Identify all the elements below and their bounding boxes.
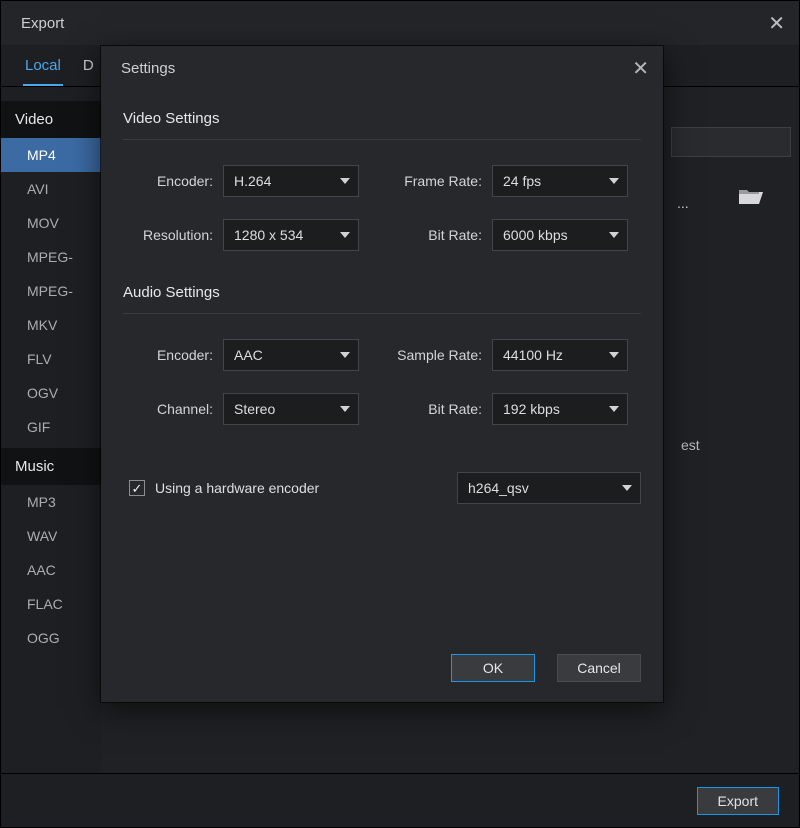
video-resolution-label: Resolution:: [123, 227, 223, 243]
settings-titlebar: Settings ✕: [101, 46, 663, 90]
sidebar-item-mp3[interactable]: MP3: [1, 485, 101, 519]
audio-samplerate-value: 44100 Hz: [503, 347, 563, 363]
chevron-down-icon: [340, 232, 350, 238]
chevron-down-icon: [609, 178, 619, 184]
chevron-down-icon: [609, 232, 619, 238]
ok-button[interactable]: OK: [451, 654, 535, 682]
hardware-encoder-label[interactable]: Using a hardware encoder: [155, 480, 319, 496]
video-encoder-label: Encoder:: [123, 173, 223, 189]
sidebar-item-flv[interactable]: FLV: [1, 342, 101, 376]
sidebar-item-avi[interactable]: AVI: [1, 172, 101, 206]
video-resolution-select[interactable]: 1280 x 534: [223, 219, 359, 251]
chevron-down-icon: [622, 485, 632, 491]
cancel-button[interactable]: Cancel: [557, 654, 641, 682]
video-bitrate-value: 6000 kbps: [503, 227, 568, 243]
sidebar-item-gif[interactable]: GIF: [1, 410, 101, 444]
sidebar: Video MP4 AVI MOV MPEG- MPEG- MKV FLV OG…: [1, 87, 101, 773]
video-framerate-label: Frame Rate:: [382, 173, 492, 189]
video-row-1: Encoder: H.264 Frame Rate: 24 fps: [123, 154, 641, 208]
video-encoder-value: H.264: [234, 173, 271, 189]
settings-modal: Settings ✕ Video Settings Encoder: H.264…: [101, 46, 663, 702]
audio-bitrate-value: 192 kbps: [503, 401, 560, 417]
tab-local[interactable]: Local: [23, 47, 63, 86]
divider: [123, 139, 641, 140]
chevron-down-icon: [609, 406, 619, 412]
tab-device[interactable]: D: [81, 47, 96, 86]
audio-channel-label: Channel:: [123, 401, 223, 417]
check-icon: ✓: [132, 482, 143, 495]
audio-row-2: Channel: Stereo Bit Rate: 192 kbps: [123, 382, 641, 436]
sidebar-item-mp4[interactable]: MP4: [1, 138, 101, 172]
close-icon[interactable]: ✕: [632, 56, 649, 81]
browse-button[interactable]: [731, 179, 771, 213]
chevron-down-icon: [340, 178, 350, 184]
settings-title: Settings: [121, 60, 175, 77]
close-icon[interactable]: ✕: [768, 11, 785, 36]
export-titlebar: Export ✕: [1, 1, 799, 45]
sidebar-item-flac[interactable]: FLAC: [1, 587, 101, 621]
video-settings-heading: Video Settings: [123, 96, 641, 139]
hardware-encoder-checkbox[interactable]: ✓: [129, 480, 145, 496]
settings-footer: OK Cancel: [101, 650, 663, 686]
hardware-encoder-row: ✓ Using a hardware encoder h264_qsv: [123, 436, 641, 504]
sidebar-section-video: Video: [1, 101, 101, 138]
sidebar-item-mpeg2[interactable]: MPEG-: [1, 274, 101, 308]
hardware-encoder-select[interactable]: h264_qsv: [457, 472, 641, 504]
video-framerate-value: 24 fps: [503, 173, 541, 189]
chevron-down-icon: [609, 352, 619, 358]
export-footer: Export: [1, 773, 799, 827]
sidebar-item-mov[interactable]: MOV: [1, 206, 101, 240]
audio-encoder-label: Encoder:: [123, 347, 223, 363]
audio-bitrate-label: Bit Rate:: [382, 401, 492, 417]
audio-row-1: Encoder: AAC Sample Rate: 44100 Hz: [123, 328, 641, 382]
divider: [123, 313, 641, 314]
video-bitrate-label: Bit Rate:: [382, 227, 492, 243]
export-button[interactable]: Export: [697, 787, 779, 815]
folder-icon: [738, 186, 764, 206]
sidebar-item-wav[interactable]: WAV: [1, 519, 101, 553]
audio-settings-heading: Audio Settings: [123, 262, 641, 313]
export-title: Export: [21, 15, 64, 32]
chevron-down-icon: [340, 406, 350, 412]
audio-encoder-select[interactable]: AAC: [223, 339, 359, 371]
audio-bitrate-select[interactable]: 192 kbps: [492, 393, 628, 425]
export-name-field[interactable]: [671, 127, 791, 157]
sidebar-item-aac[interactable]: AAC: [1, 553, 101, 587]
audio-channel-value: Stereo: [234, 401, 275, 417]
estimate-fragment: est: [681, 437, 700, 453]
video-encoder-select[interactable]: H.264: [223, 165, 359, 197]
video-row-2: Resolution: 1280 x 534 Bit Rate: 6000 kb…: [123, 208, 641, 262]
audio-samplerate-label: Sample Rate:: [382, 347, 492, 363]
sidebar-item-mkv[interactable]: MKV: [1, 308, 101, 342]
sidebar-item-ogg[interactable]: OGG: [1, 621, 101, 655]
hardware-encoder-value: h264_qsv: [468, 480, 529, 496]
video-framerate-select[interactable]: 24 fps: [492, 165, 628, 197]
audio-channel-select[interactable]: Stereo: [223, 393, 359, 425]
settings-body: Video Settings Encoder: H.264 Frame Rate…: [101, 90, 663, 504]
sidebar-section-music: Music: [1, 448, 101, 485]
sidebar-item-ogv[interactable]: OGV: [1, 376, 101, 410]
browse-ellipsis: ...: [677, 195, 689, 211]
audio-encoder-value: AAC: [234, 347, 263, 363]
chevron-down-icon: [340, 352, 350, 358]
video-bitrate-select[interactable]: 6000 kbps: [492, 219, 628, 251]
video-resolution-value: 1280 x 534: [234, 227, 303, 243]
sidebar-item-mpeg1[interactable]: MPEG-: [1, 240, 101, 274]
audio-samplerate-select[interactable]: 44100 Hz: [492, 339, 628, 371]
